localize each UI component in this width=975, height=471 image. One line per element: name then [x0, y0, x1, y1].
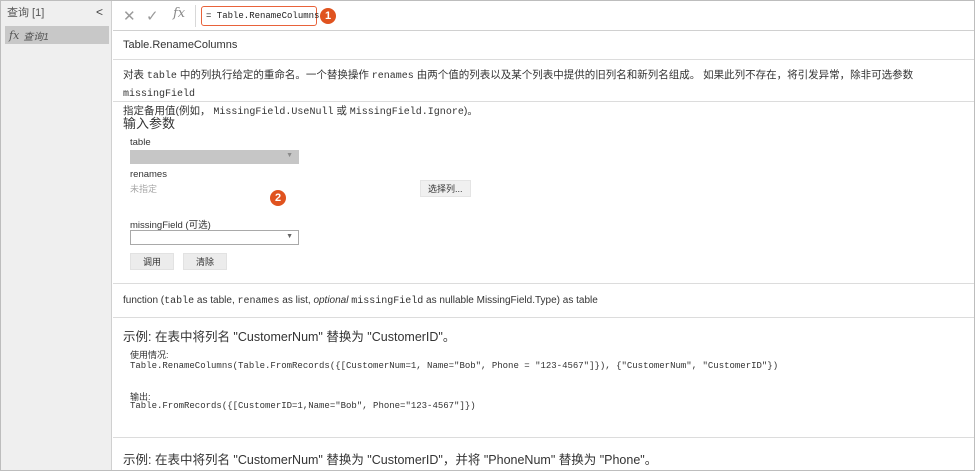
function-title: Table.RenameColumns — [123, 39, 238, 51]
function-signature: function (table as table, renames as lis… — [123, 295, 598, 307]
invoke-button[interactable]: 调用 — [130, 253, 174, 270]
divider — [113, 101, 974, 102]
callout-badge-2: 2 — [270, 190, 286, 206]
divider — [113, 437, 974, 438]
formula-input[interactable]: = Table.RenameColumns — [201, 6, 319, 26]
commit-icon[interactable]: ✓ — [146, 7, 159, 25]
query-item-label: 查询1 — [23, 31, 49, 43]
clear-button[interactable]: 清除 — [183, 253, 227, 270]
divider — [113, 59, 974, 60]
missingfield-param-label: missingField (可选) — [130, 220, 211, 231]
table-param-field[interactable]: ▼ — [130, 150, 299, 164]
description-line-2: 指定备用值(例如， MissingField.UseNull 或 Missing… — [123, 105, 478, 118]
params-heading: 输入参数 — [123, 116, 176, 131]
query-item-1[interactable]: fx 查询1 — [5, 26, 109, 44]
select-columns-button[interactable]: 选择列... — [420, 180, 471, 197]
formula-divider — [195, 5, 196, 27]
divider — [113, 317, 974, 318]
table-param-label: table — [130, 137, 151, 148]
example-1-usage-code: Table.RenameColumns(Table.FromRecords({[… — [130, 361, 779, 371]
renames-param-label: renames — [130, 169, 167, 180]
example-1-title: 示例: 在表中将列名 "CustomerNum" 替换为 "CustomerID… — [123, 330, 456, 344]
divider — [113, 283, 974, 284]
chevron-down-icon: ▼ — [286, 152, 293, 159]
formula-bar: ✕ ✓ fx = Table.RenameColumns — [113, 1, 974, 31]
example-1-usage-label: 使用情况: — [130, 350, 169, 360]
example-1-output-code: Table.FromRecords({[CustomerID=1,Name="B… — [130, 401, 476, 411]
chevron-down-icon: ▼ — [286, 233, 293, 240]
description-line-1: 对表 table 中的列执行给定的重命名。一个替换操作 renames 由两个值… — [123, 69, 914, 100]
queries-pane: 查询 [1] < fx 查询1 — [1, 1, 112, 470]
missingfield-select[interactable]: ▼ — [130, 230, 299, 245]
queries-header: 查询 [1] < — [1, 1, 111, 23]
cancel-icon[interactable]: ✕ — [123, 7, 136, 25]
insert-function-icon[interactable]: fx — [173, 6, 185, 21]
renames-unspecified: 未指定 — [130, 184, 158, 194]
example-2-title: 示例: 在表中将列名 "CustomerNum" 替换为 "CustomerID… — [123, 453, 658, 467]
fx-icon: fx — [9, 28, 20, 42]
function-help-panel: Table.RenameColumns 对表 table 中的列执行给定的重命名… — [113, 32, 974, 470]
collapse-pane-icon[interactable]: < — [96, 5, 103, 19]
queries-title: 查询 [1] — [7, 7, 45, 19]
callout-badge-1: 1 — [320, 8, 336, 24]
function-description: 对表 table 中的列执行给定的重命名。一个替换操作 renames 由两个值… — [123, 67, 971, 121]
